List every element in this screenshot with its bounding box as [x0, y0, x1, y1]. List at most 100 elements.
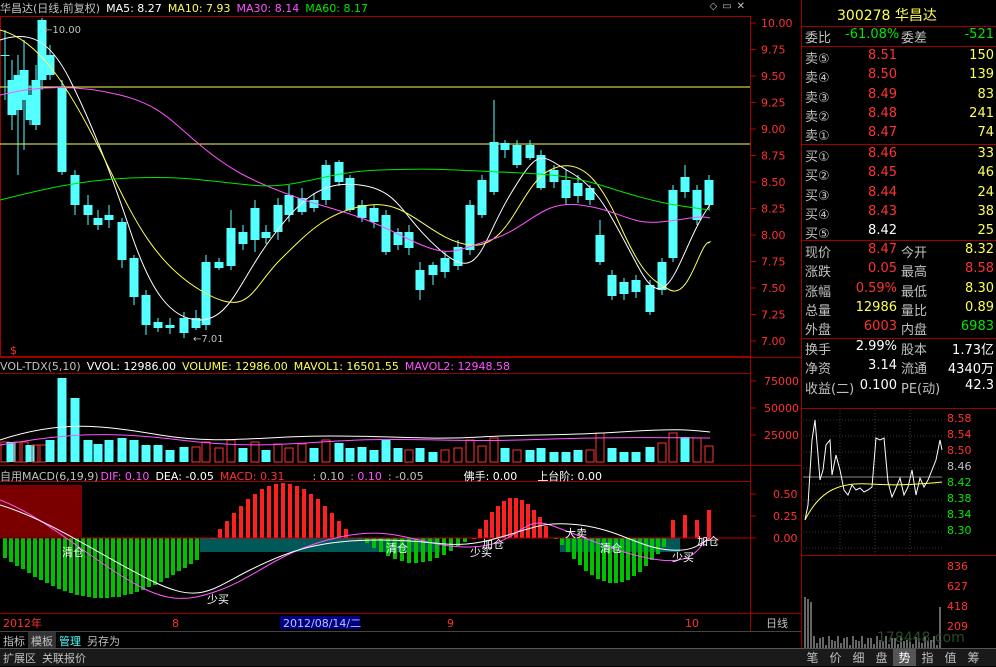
macd-bar-neg: [644, 538, 648, 566]
date-axis: 2012年 8 2012/08/14/二 9 10 日线: [3, 616, 788, 630]
tab-value[interactable]: 值: [939, 649, 962, 666]
tab-price[interactable]: 价: [824, 649, 847, 666]
macd-bar-neg: [183, 538, 187, 568]
volume-bar-down: [369, 450, 379, 462]
candle-body-down: [0, 55, 10, 56]
macd-indicator-name[interactable]: 自用MACD(6,19,9): [0, 470, 99, 483]
macd-bar-neg: [159, 538, 163, 582]
macd-bar-neg: [33, 538, 37, 577]
candle-body-down: [585, 188, 595, 200]
macd-bar-pos: [323, 506, 327, 538]
tab-extension-area[interactable]: 扩展区: [0, 649, 39, 667]
macd-bar-neg: [9, 538, 13, 562]
volume-bar-down: [93, 444, 103, 462]
price-chart-header: 华昌达(日线,前复权) MA5: 8.27 MA10: 7.93 MA30: 8.14…: [0, 0, 374, 16]
shangtaijie-label: 上台阶: 0.00: [537, 470, 603, 483]
volume-bar-up: [284, 447, 294, 463]
order-row[interactable]: 买② 8.45 46: [801, 165, 996, 184]
order-row[interactable]: 卖② 8.48 241: [801, 106, 996, 125]
order-row[interactable]: 卖④ 8.50 139: [801, 67, 996, 86]
tab-chips[interactable]: 筹: [962, 649, 985, 666]
order-row[interactable]: 卖① 8.47 74: [801, 125, 996, 144]
volume-bar-up: [453, 447, 463, 463]
macd-bar-neg: [177, 538, 181, 571]
volume-bar-down: [561, 452, 571, 462]
macd-bar-neg: [39, 538, 43, 580]
order-row[interactable]: 卖③ 8.49 83: [801, 87, 996, 106]
macd-bar-pos: [309, 494, 313, 538]
restore-icon[interactable]: ◇: [709, 1, 717, 12]
stat-row: 总量 12986 量比 0.89: [801, 300, 996, 319]
volume-tick-label: 50000: [764, 402, 799, 415]
macd-histogram: [0, 483, 750, 599]
price-tick-label: 9.25: [761, 97, 786, 110]
macd-bar-neg: [428, 538, 432, 561]
order-row[interactable]: 买④ 8.43 38: [801, 204, 996, 223]
candle-body-down: [404, 232, 414, 248]
candle-body-down: [500, 143, 510, 150]
macd-bar-pos: [267, 486, 271, 538]
price-tick-label: 8.25: [761, 203, 786, 216]
tab-board[interactable]: 盘: [870, 649, 893, 666]
volume-bar-down: [525, 450, 535, 462]
volume-bar-down: [607, 448, 617, 462]
period-label[interactable]: 日线: [766, 616, 788, 630]
volume-bar-up: [297, 443, 307, 463]
order-row[interactable]: 买③ 8.44 24: [801, 185, 996, 204]
macd-bar-pos: [239, 506, 243, 538]
order-row[interactable]: 买⑤ 8.42 25: [801, 223, 996, 242]
tab-trend[interactable]: 势: [893, 649, 916, 666]
candle-body-down: [165, 325, 175, 328]
stat-label: 净资: [805, 362, 832, 378]
candle-body-down: [129, 258, 139, 297]
order-row[interactable]: 买① 8.46 33: [801, 146, 996, 165]
volume-bar-down: [631, 452, 641, 462]
macd-bar-pos: [508, 498, 512, 538]
volume-bar-down: [393, 448, 403, 462]
price-tick-label: 7.25: [761, 309, 786, 322]
macd-bar-neg: [111, 538, 115, 597]
stat-value: 0.05: [868, 261, 897, 277]
volume-bar-down: [129, 440, 139, 462]
macd-signal-label: 清仓: [62, 545, 84, 559]
macd-bar-neg: [153, 538, 157, 585]
close-icon[interactable]: ✕: [737, 1, 745, 12]
volume-bar-up: [226, 439, 236, 463]
order-volume: 74: [977, 125, 994, 141]
tab-detail[interactable]: 细: [847, 649, 870, 666]
volume-bar-down: [357, 447, 367, 462]
macd-bar-pos: [544, 526, 548, 538]
volume-bar-up: [273, 443, 283, 463]
candle-body-down: [512, 145, 522, 165]
candle-body-down: [321, 165, 331, 200]
volume-indicator-name[interactable]: VOL-TDX(5,10): [0, 360, 81, 373]
volume-bar-down: [141, 445, 151, 462]
candle-body-down: [104, 215, 114, 220]
tab-ticks[interactable]: 笔: [801, 649, 824, 666]
candle-body-down: [226, 228, 236, 266]
stat-value: 3.14: [868, 358, 897, 374]
volume-bar-up: [477, 445, 487, 463]
macd-bar-pos: [218, 529, 222, 538]
candle-body-down: [595, 235, 605, 262]
candle-body-down: [273, 205, 283, 232]
volume-bar-down: [238, 448, 248, 462]
maximize-icon[interactable]: ▭: [722, 1, 731, 12]
macd-signal-label: 大卖: [565, 526, 587, 540]
candle-body-down: [415, 270, 425, 290]
tab-index[interactable]: 指: [916, 649, 939, 666]
order-row[interactable]: 卖⑤ 8.51 150: [801, 48, 996, 67]
candle-body-down: [381, 215, 391, 252]
macd-signal-label: 清仓: [600, 541, 622, 555]
volume-bar-down: [536, 448, 546, 462]
stat-label-2: 今开: [901, 246, 928, 261]
order-volume: 139: [969, 67, 994, 83]
macd-bar-neg: [590, 538, 594, 575]
stat-label-2: 最高: [901, 265, 928, 281]
candle-body-down: [536, 155, 546, 188]
macd-bar-neg: [442, 538, 446, 555]
tab-related-quotes[interactable]: 关联报价: [39, 649, 89, 667]
candle-body-down: [631, 280, 641, 292]
volume-bar-down: [165, 450, 175, 462]
volume-bar-up: [404, 449, 414, 463]
